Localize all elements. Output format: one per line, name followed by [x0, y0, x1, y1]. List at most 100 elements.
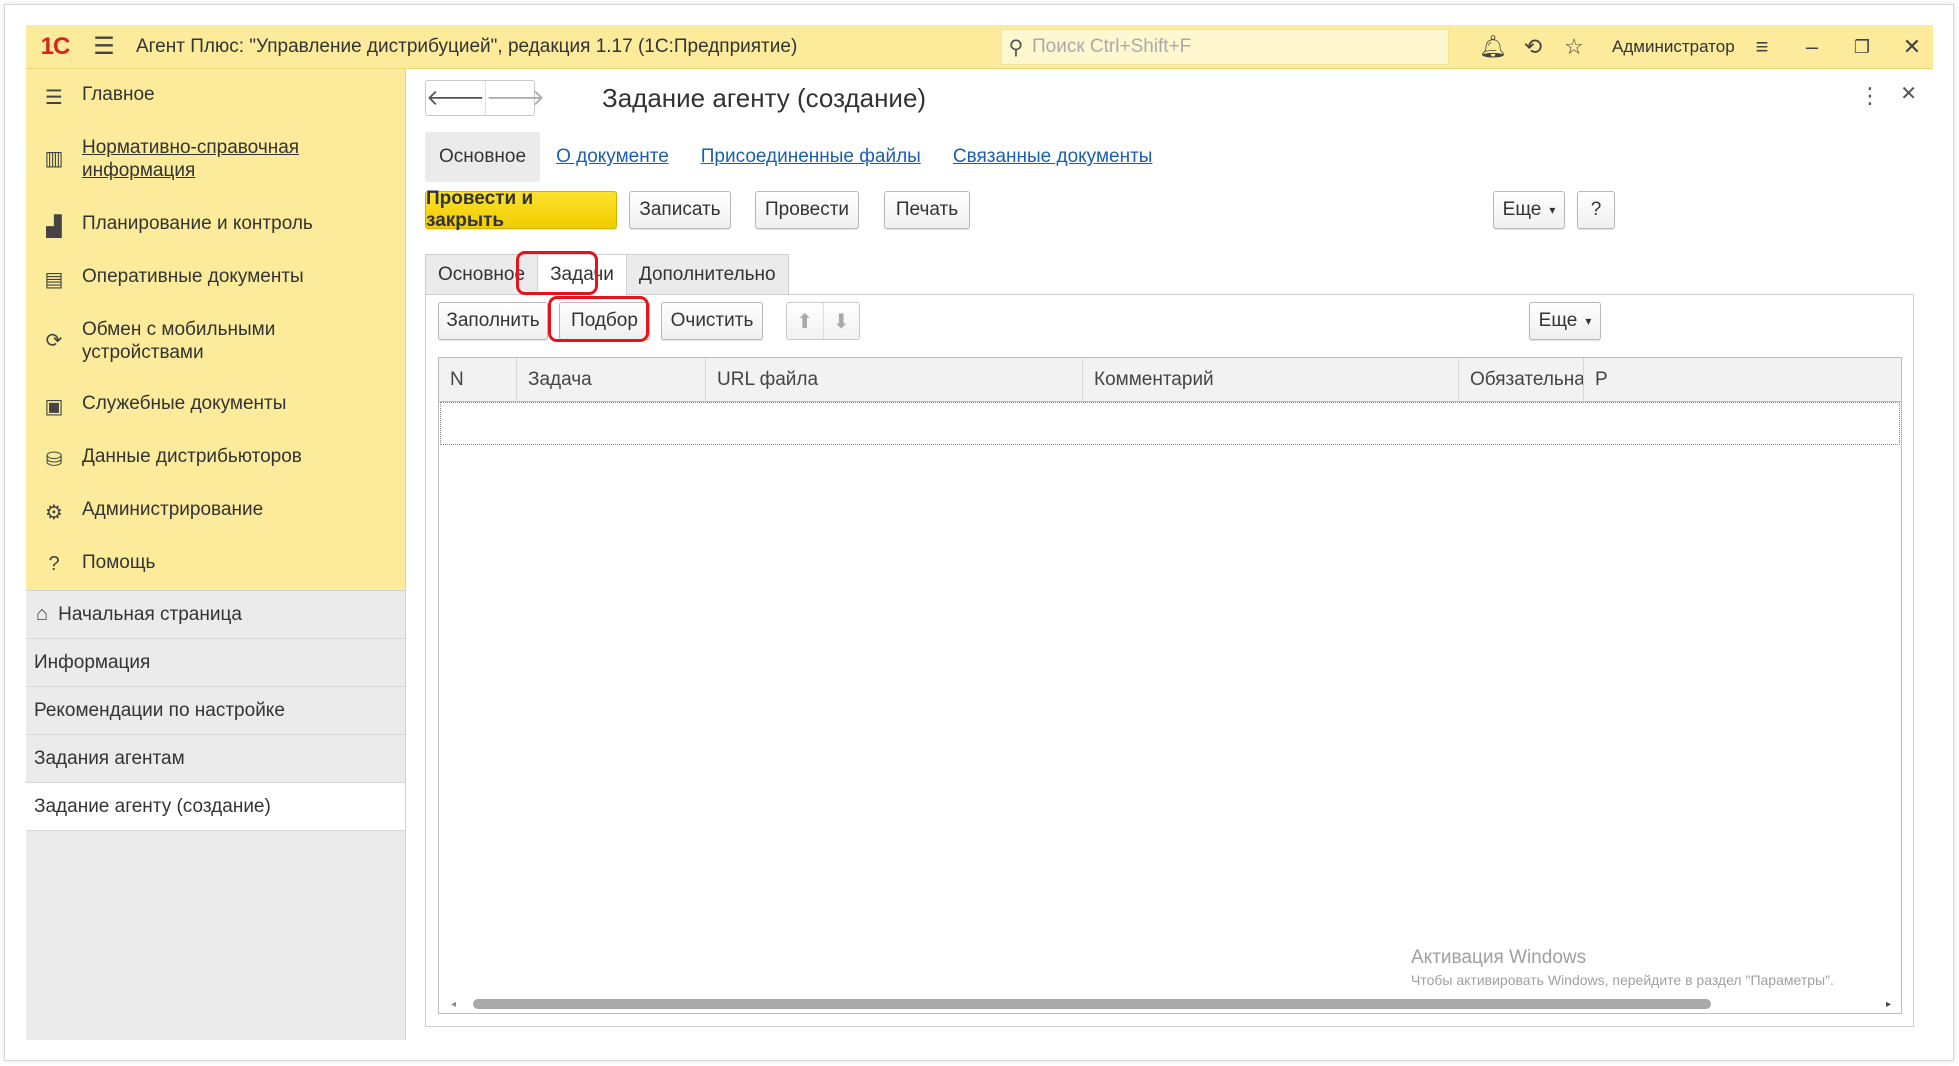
subnav-item-home[interactable]: ⌂ Начальная страница — [26, 591, 406, 639]
sidebar-item-label: Нормативно-справочная информация — [82, 137, 300, 181]
more-button-label: Еще — [1502, 199, 1542, 220]
documents-icon: ▤ — [44, 269, 64, 291]
move-down-icon[interactable]: ⬇ — [822, 303, 860, 339]
tab-main[interactable]: Основное — [425, 132, 541, 182]
column-header-truncated[interactable]: Р — [1584, 358, 1614, 402]
close-form-icon[interactable]: ✕ — [1900, 81, 1917, 106]
fill-button[interactable]: Заполнить — [438, 302, 548, 340]
close-window-icon[interactable]: ✕ — [1892, 29, 1932, 65]
sidebar-item-service[interactable]: ▣ Служебные документы — [26, 392, 406, 419]
tasks-panel: Заполнить Подбор Очистить ⬆ ⬇ Еще ▾ N Зад… — [425, 294, 1914, 1027]
chart-icon: ▟ — [46, 216, 62, 238]
scrollbar-thumb[interactable] — [473, 999, 1711, 1009]
form-tab-main[interactable]: Основное — [425, 254, 539, 294]
subnav-item-recommendations[interactable]: Рекомендации по настройке — [26, 687, 406, 735]
subnav-item-agent-task-create[interactable]: Задание агенту (создание) — [26, 783, 406, 831]
app-logo: 1С — [40, 32, 71, 60]
back-arrow-icon[interactable]: 🡐 — [426, 81, 485, 115]
catalog-icon: ▥ — [44, 148, 64, 170]
tab-attached-files[interactable]: Присоединенные файлы — [701, 146, 921, 168]
table-more-button[interactable]: Еще ▾ — [1529, 302, 1601, 340]
sidebar-item-label: Планирование и контроль — [82, 213, 313, 234]
column-header-n[interactable]: N — [439, 358, 517, 402]
tab-related-documents[interactable]: Связанные документы — [953, 146, 1153, 168]
sidebar-item-label: Обмен с мобильными устройствами — [82, 319, 276, 363]
column-header-comment[interactable]: Комментарий — [1083, 358, 1459, 402]
form-tabs: Основное Задачи Дополнительно — [425, 254, 789, 295]
user-name[interactable]: Администратор — [1612, 25, 1735, 69]
more-actions-icon[interactable]: ⋮ — [1859, 83, 1881, 109]
print-button[interactable]: Печать — [884, 191, 970, 229]
more-button[interactable]: Еще ▾ — [1493, 191, 1565, 229]
form-tab-additional[interactable]: Дополнительно — [625, 254, 789, 294]
horizontal-scrollbar[interactable]: ◂ ▸ — [439, 995, 1901, 1013]
table-row[interactable] — [440, 402, 1900, 445]
table-more-label: Еще — [1538, 310, 1578, 331]
form-tab-tasks[interactable]: Задачи — [537, 254, 627, 295]
chevron-down-icon: ▾ — [1585, 314, 1592, 328]
chevron-down-icon: ▾ — [1549, 203, 1556, 217]
pick-button[interactable]: Подбор — [559, 302, 650, 340]
home-icon: ⌂ — [36, 603, 49, 625]
sidebar-item-reference[interactable]: ▥ Нормативно-справочная информация — [26, 136, 406, 182]
sidebar-item-operational[interactable]: ▤ Оперативные документы — [26, 265, 406, 292]
move-buttons: ⬆ ⬇ — [786, 302, 860, 340]
sidebar-item-label: Главное — [82, 84, 155, 105]
subnav-item-label: Задание агенту (создание) — [34, 795, 271, 817]
sidebar-item-mobile-exchange[interactable]: ⟳ Обмен с мобильными устройствами — [26, 318, 406, 364]
sidebar-item-distributors[interactable]: ⛁ Данные дистрибьюторов — [26, 445, 406, 472]
document-tabs: Основное О документе Присоединенные файл… — [425, 131, 1184, 183]
document-form: 🡐 🡒 Задание агенту (создание) ⋮ ✕ Основн… — [406, 69, 1933, 1040]
sidebar-item-help[interactable]: ? Помощь — [26, 551, 406, 576]
tasks-table[interactable]: N Задача URL файла Комментарий Обязатель… — [438, 357, 1902, 1014]
sidebar-item-label: Оперативные документы — [82, 266, 304, 287]
sidebar-item-label: Данные дистрибьюторов — [82, 446, 302, 467]
menu-icon: ☰ — [45, 87, 63, 109]
tab-about-document[interactable]: О документе — [556, 146, 669, 168]
sidebar-item-administration[interactable]: ⚙ Администрирование — [26, 498, 406, 525]
help-button[interactable]: ? — [1577, 191, 1615, 229]
post-and-close-button[interactable]: Провести и закрыть — [425, 188, 617, 231]
restore-icon[interactable]: ❐ — [1842, 29, 1882, 65]
open-windows-list: ⌂ Начальная страница Информация Рекоменд… — [26, 590, 406, 1040]
column-header-task[interactable]: Задача — [517, 358, 706, 402]
bell-icon[interactable]: 🔔︎ — [1473, 29, 1513, 65]
clear-button[interactable]: Очистить — [661, 302, 763, 340]
save-button[interactable]: Записать — [629, 191, 731, 229]
settings-menu-icon[interactable]: ≡ — [1742, 29, 1782, 65]
main-menu-icon[interactable]: ☰ — [84, 25, 124, 69]
history-icon[interactable]: ⟲ — [1513, 29, 1553, 65]
page-title: Задание агенту (создание) — [602, 83, 927, 113]
subnav-item-label: Рекомендации по настройке — [34, 699, 285, 721]
sidebar-item-label: Администрирование — [82, 499, 264, 520]
watermark-text: Чтобы активировать Windows, перейдите в … — [1411, 972, 1834, 988]
minimize-icon[interactable]: – — [1792, 29, 1832, 65]
forward-arrow-icon[interactable]: 🡒 — [485, 81, 545, 115]
sidebar-item-label: Помощь — [82, 552, 156, 573]
scroll-right-icon[interactable]: ▸ — [1886, 999, 1891, 1010]
search-input[interactable] — [1030, 35, 1430, 59]
app-title: Агент Плюс: "Управление дистрибуцией", р… — [136, 35, 798, 57]
help-icon: ? — [48, 553, 60, 575]
sidebar-item-label: Служебные документы — [82, 393, 287, 414]
column-header-url[interactable]: URL файла — [706, 358, 1083, 402]
sidebar-item-main[interactable]: ☰ Главное — [26, 83, 406, 110]
star-icon[interactable]: ☆ — [1554, 29, 1594, 65]
sync-icon: ⟳ — [45, 330, 63, 352]
subnav-item-info[interactable]: Информация — [26, 639, 406, 687]
subnav-item-label: Начальная страница — [58, 603, 242, 625]
search-box[interactable]: ⚲ — [1001, 29, 1449, 65]
sidebar: ☰ Главное ▥ Нормативно-справочная информ… — [26, 69, 406, 590]
column-header-required[interactable]: Обязательная — [1459, 358, 1584, 402]
windows-activation-watermark: Активация Windows Чтобы активировать Win… — [1411, 947, 1834, 988]
sidebar-item-planning[interactable]: ▟ Планирование и контроль — [26, 212, 406, 239]
search-icon: ⚲ — [1008, 36, 1024, 59]
nav-buttons: 🡐 🡒 — [425, 80, 545, 116]
title-bar: 1С ☰ Агент Плюс: "Управление дистрибуцие… — [26, 25, 1933, 69]
subnav-item-agent-tasks[interactable]: Задания агентам — [26, 735, 406, 783]
move-up-icon[interactable]: ⬆ — [787, 303, 823, 339]
watermark-title: Активация Windows — [1411, 947, 1587, 968]
post-button[interactable]: Провести — [755, 191, 859, 229]
scroll-left-icon[interactable]: ◂ — [451, 999, 456, 1010]
subnav-item-label: Информация — [34, 651, 151, 673]
